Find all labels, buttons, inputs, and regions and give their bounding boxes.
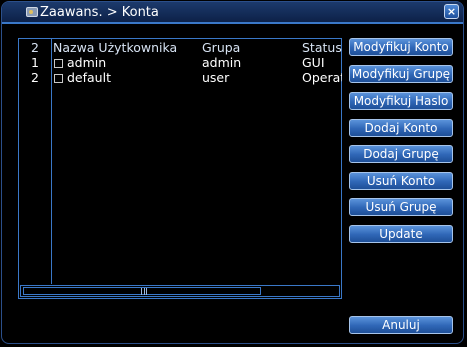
accounts-window: Zaawans. > Konta × 2 Nazwa Użytkownika G… (1, 1, 464, 344)
close-button[interactable]: × (444, 4, 459, 19)
add-account-button[interactable]: Dodaj Konto (349, 119, 453, 137)
header-status: Status (302, 40, 342, 55)
row-number: 2 (31, 70, 39, 85)
row-group: user (202, 70, 230, 85)
delete-account-button[interactable]: Usuń Konto (349, 172, 453, 190)
row-checkbox[interactable] (54, 59, 63, 68)
cancel-button[interactable]: Anuluj (349, 316, 453, 334)
add-group-button[interactable]: Dodaj Grupę (349, 145, 453, 163)
header-group: Grupa (202, 40, 241, 55)
update-button[interactable]: Update (349, 225, 453, 243)
row-number: 1 (31, 55, 39, 70)
window-title: Zaawans. > Konta (40, 5, 159, 20)
row-status: Operat (302, 70, 342, 85)
horizontal-scrollbar[interactable] (20, 285, 340, 297)
table-row[interactable]: 1 admin admin GUI (19, 55, 341, 70)
row-username: admin (67, 55, 107, 70)
window-icon (26, 7, 38, 17)
modify-password-button[interactable]: Modyfikuj Haslo (349, 92, 453, 110)
row-username-cell: default (53, 70, 201, 85)
header-count: 2 (31, 40, 39, 55)
row-username-cell: admin (53, 55, 201, 70)
row-checkbox[interactable] (54, 74, 63, 83)
row-group: admin (202, 55, 242, 70)
modify-group-button[interactable]: Modyfikuj Grupę (349, 65, 453, 83)
grip-icon (141, 288, 147, 295)
accounts-list: 2 Nazwa Użytkownika Grupa Status 1 admin… (18, 38, 342, 299)
row-username: default (67, 70, 111, 85)
list-header: 2 Nazwa Użytkownika Grupa Status (19, 40, 342, 55)
row-status: GUI (302, 55, 325, 70)
scrollbar-thumb[interactable] (23, 287, 261, 295)
modify-account-button[interactable]: Modyfikuj Konto (349, 38, 453, 56)
title-bar: Zaawans. > Konta × (2, 2, 463, 24)
table-row[interactable]: 2 default user Operat (19, 70, 342, 85)
delete-group-button[interactable]: Usuń Grupę (349, 198, 453, 216)
header-username: Nazwa Użytkownika (53, 40, 178, 55)
